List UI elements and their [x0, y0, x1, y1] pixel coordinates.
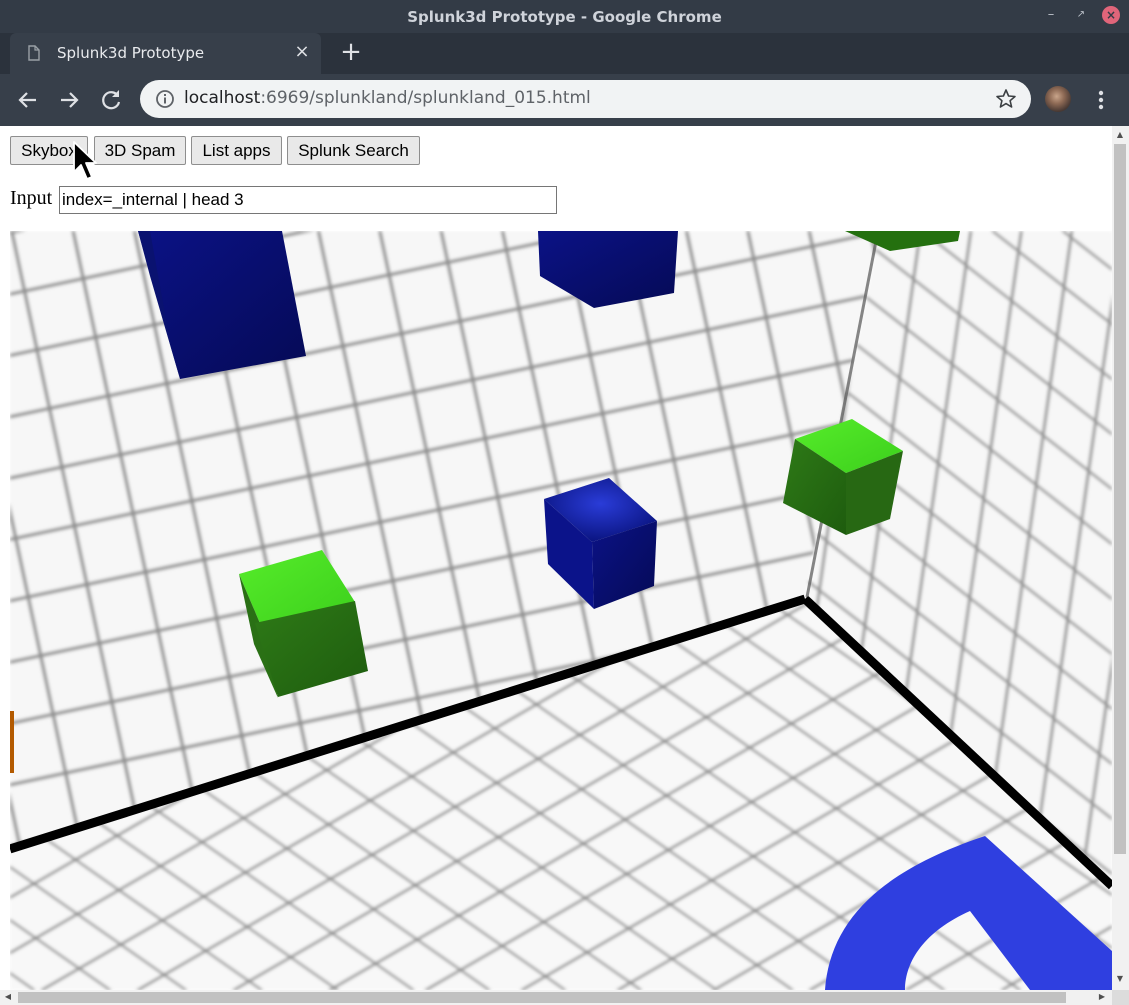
scroll-left-icon[interactable]: ◀ [2, 992, 14, 1002]
list-apps-button[interactable]: List apps [191, 136, 282, 165]
url-path: :6969/splunkland/splunkland_015.html [260, 88, 591, 108]
mouse-cursor-icon [73, 141, 97, 180]
scrollbar-corner [1112, 990, 1129, 1005]
menu-icon[interactable] [1090, 87, 1112, 113]
browser-tab[interactable]: Splunk3d Prototype × [10, 33, 321, 74]
input-label: Input [10, 187, 53, 209]
page-favicon-icon [28, 45, 40, 61]
reload-icon[interactable] [97, 86, 125, 114]
back-icon[interactable] [14, 86, 42, 114]
forward-icon[interactable] [55, 86, 83, 114]
scroll-up-icon[interactable]: ▲ [1114, 130, 1126, 140]
page-content: Skybox 3D Spam List apps Splunk Search I… [0, 126, 1112, 990]
vertical-scrollbar[interactable]: ▲ ▼ [1112, 126, 1129, 990]
star-icon[interactable] [995, 88, 1017, 110]
title-bar: Splunk3d Prototype - Google Chrome – ↗ × [0, 0, 1129, 33]
search-input[interactable] [59, 186, 557, 214]
info-icon[interactable] [155, 89, 175, 109]
url-host: localhost [184, 88, 261, 108]
horizontal-scroll-thumb[interactable] [18, 992, 1066, 1003]
url-text[interactable]: localhost:6969/splunkland/splunkland_015… [184, 88, 591, 108]
tab-title: Splunk3d Prototype [57, 44, 205, 62]
avatar[interactable] [1045, 86, 1071, 112]
tab-strip: Splunk3d Prototype × + [0, 33, 1129, 74]
close-icon[interactable]: × [292, 42, 312, 62]
minimize-icon[interactable]: – [1042, 6, 1060, 24]
scroll-right-icon[interactable]: ▶ [1096, 992, 1108, 1002]
browser-toolbar: localhost:6969/splunkland/splunkland_015… [0, 74, 1129, 126]
maximize-icon[interactable]: ↗ [1072, 6, 1090, 24]
horizontal-scrollbar[interactable]: ◀ ▶ [0, 990, 1112, 1005]
splunk-search-button[interactable]: Splunk Search [287, 136, 420, 165]
close-window-icon[interactable]: × [1102, 6, 1120, 24]
plus-icon[interactable]: + [339, 39, 363, 65]
3d-spam-button[interactable]: 3D Spam [94, 136, 186, 165]
address-bar[interactable]: localhost:6969/splunkland/splunkland_015… [140, 80, 1031, 118]
scroll-down-icon[interactable]: ▼ [1114, 974, 1126, 984]
window-title: Splunk3d Prototype - Google Chrome [407, 8, 722, 26]
3d-scene-canvas[interactable] [10, 231, 1112, 990]
vertical-scroll-thumb[interactable] [1114, 144, 1126, 854]
